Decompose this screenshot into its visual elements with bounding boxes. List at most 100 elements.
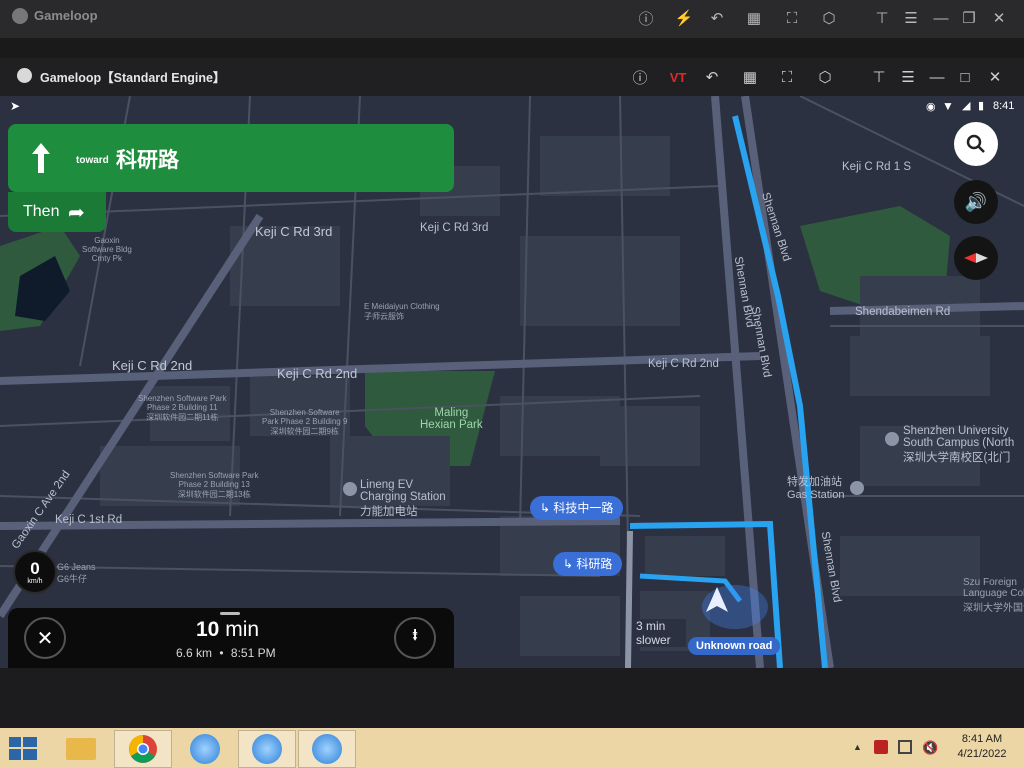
pin-icon[interactable]: ⊤ xyxy=(866,64,892,90)
file-explorer-button[interactable] xyxy=(52,730,110,768)
speedometer: 0 km/h xyxy=(13,550,57,594)
turn-right-icon: ↳ xyxy=(563,557,574,571)
map-label-poi: Shenzhen University South Campus (North … xyxy=(903,425,1015,464)
gameloop-app-button[interactable] xyxy=(176,730,234,768)
signal-icon: ◢ xyxy=(962,100,971,112)
help-icon[interactable]: ⓘ xyxy=(633,5,659,31)
fork-route-icon: ⭽ xyxy=(411,625,419,645)
wifi-icon: ▼ xyxy=(942,99,954,113)
alt-route-delay[interactable]: 3 min slower xyxy=(636,619,686,647)
trip-distance: 6.6 km xyxy=(176,646,213,660)
location-halo xyxy=(702,585,768,629)
gameloop-icon xyxy=(190,734,220,764)
then-instruction[interactable]: Then ➦ xyxy=(8,192,106,232)
map-label-poi: Szu Foreign Language Coll 深圳大学外国语 xyxy=(963,577,1024,614)
gas-station-icon xyxy=(850,481,864,495)
pin-icon[interactable]: ⊤ xyxy=(869,5,895,31)
menu-icon[interactable]: ☰ xyxy=(898,5,924,31)
separator: • xyxy=(219,646,224,660)
map-label: Keji C Rd 3rd xyxy=(255,224,333,239)
exit-navigation-button[interactable]: ✕ xyxy=(24,617,66,659)
start-button[interactable] xyxy=(0,730,46,768)
close-icon: ✕ xyxy=(36,627,54,650)
speed-value: 0 xyxy=(30,558,40,578)
battery-icon: ▮ xyxy=(978,100,985,112)
map-label: Shendabeimen Rd xyxy=(855,306,951,318)
volume-icon: 🔊 xyxy=(964,191,988,212)
status-time: 8:41 xyxy=(993,100,1015,112)
gps-icon: ➤ xyxy=(10,99,21,113)
map-label: Keji C Rd 2nd xyxy=(277,366,358,381)
map-label: Keji C 1st Rd xyxy=(55,514,123,526)
map-label: Keji C Rd 1 S xyxy=(842,161,912,173)
settings-cube-icon[interactable]: ⬡ xyxy=(812,64,838,90)
minimize-icon[interactable]: — xyxy=(928,5,954,31)
windows-logo-icon xyxy=(9,737,37,760)
compass-icon xyxy=(964,253,988,263)
clock-time: 8:41 AM xyxy=(961,733,1003,745)
straight-arrow-icon xyxy=(32,143,50,173)
minimize-icon[interactable]: — xyxy=(924,64,950,90)
outer-window-title: Gameloop xyxy=(34,8,98,23)
trip-duration: 10 min xyxy=(196,618,259,642)
turn-right-icon: ↳ xyxy=(540,501,551,515)
gameloop-icon xyxy=(252,734,282,764)
gameloop-icon xyxy=(312,734,342,764)
location-icon: ◉ xyxy=(926,101,936,113)
maximize-icon[interactable]: □ xyxy=(952,64,978,90)
speed-unit: km/h xyxy=(27,577,43,585)
duration-value: 10 xyxy=(196,618,220,641)
map-label-poi: Shenzhen Software Park Phase 2 Building … xyxy=(170,471,259,499)
keyboard-icon[interactable]: ▦ xyxy=(737,64,763,90)
network-icon[interactable] xyxy=(898,740,912,754)
chrome-button[interactable] xyxy=(114,730,172,768)
route-pill[interactable]: ↳ 科研路 xyxy=(553,552,623,576)
nav-instruction-banner[interactable]: toward 科研路 xyxy=(8,124,454,192)
map-label-poi: E Meidaiyun Clothing 子师云服饰 xyxy=(364,302,440,321)
compass-button[interactable] xyxy=(954,236,998,280)
map-label-poi: Shenzhen Software Park Phase 2 Building … xyxy=(262,408,348,436)
nav-street-name: 科研路 xyxy=(116,149,179,172)
help-icon[interactable]: ⓘ xyxy=(627,64,653,90)
action-center-icon[interactable] xyxy=(874,740,888,754)
route-pill-label: 科技中一路 xyxy=(553,501,614,515)
trip-panel[interactable]: ✕ 10 min 6.6 km • 8:51 PM ⭽ xyxy=(8,608,454,668)
drag-handle[interactable] xyxy=(220,612,240,615)
university-icon xyxy=(885,432,899,446)
map-label-poi: G6 Jeans G6牛仔 xyxy=(57,562,96,584)
alternate-routes-button[interactable]: ⭽ xyxy=(394,617,436,659)
then-label: Then xyxy=(23,203,60,220)
show-hidden-icons[interactable]: ▲ xyxy=(853,742,862,752)
map-label: Keji C Rd 3rd xyxy=(420,222,489,234)
search-icon xyxy=(966,134,985,153)
route-pill[interactable]: ↳ 科技中一路 xyxy=(530,496,624,520)
keyboard-icon[interactable]: ▦ xyxy=(741,5,767,31)
gameloop-logo-icon xyxy=(12,8,28,24)
bar-spacer xyxy=(0,38,1024,58)
search-button[interactable] xyxy=(954,122,998,166)
vt-icon[interactable]: VT xyxy=(665,64,691,90)
gameloop-app-button[interactable] xyxy=(238,730,296,768)
trip-eta: 8:51 PM xyxy=(230,646,276,660)
taskbar-clock[interactable]: 8:41 AM 4/21/2022 xyxy=(952,733,1012,760)
fullscreen-icon[interactable]: ⛶ xyxy=(774,64,800,90)
close-icon[interactable]: ✕ xyxy=(986,5,1012,31)
chrome-icon xyxy=(129,735,157,763)
boost-icon[interactable]: ⚡ xyxy=(671,5,697,31)
volume-muted-icon[interactable]: 🔇 xyxy=(922,740,938,756)
back-icon[interactable]: ↶ xyxy=(699,64,725,90)
gameloop-app-button[interactable] xyxy=(298,730,356,768)
sound-button[interactable]: 🔊 xyxy=(954,180,998,224)
fullscreen-icon[interactable]: ⛶ xyxy=(779,5,805,31)
close-icon[interactable]: ✕ xyxy=(982,64,1008,90)
outer-title-bar: Gameloop ⓘ ⚡ ↶ ▦ ⛶ ⬡ ⊤ ☰ — ❐ ✕ xyxy=(0,0,1024,38)
settings-cube-icon[interactable]: ⬡ xyxy=(816,5,842,31)
map-label: Keji C Rd 2nd xyxy=(112,358,193,373)
restore-icon[interactable]: ❐ xyxy=(956,5,982,31)
folder-icon xyxy=(66,738,96,760)
menu-icon[interactable]: ☰ xyxy=(895,64,921,90)
inner-title-bar: Gameloop【Standard Engine】 ⓘ VT ↶ ▦ ⛶ ⬡ ⊤… xyxy=(0,58,1024,96)
map-label-park: Maling Hexian Park xyxy=(420,407,483,431)
map-label-poi: Shenzhen Software Park Phase 2 Building … xyxy=(138,394,227,422)
back-icon[interactable]: ↶ xyxy=(704,5,730,31)
